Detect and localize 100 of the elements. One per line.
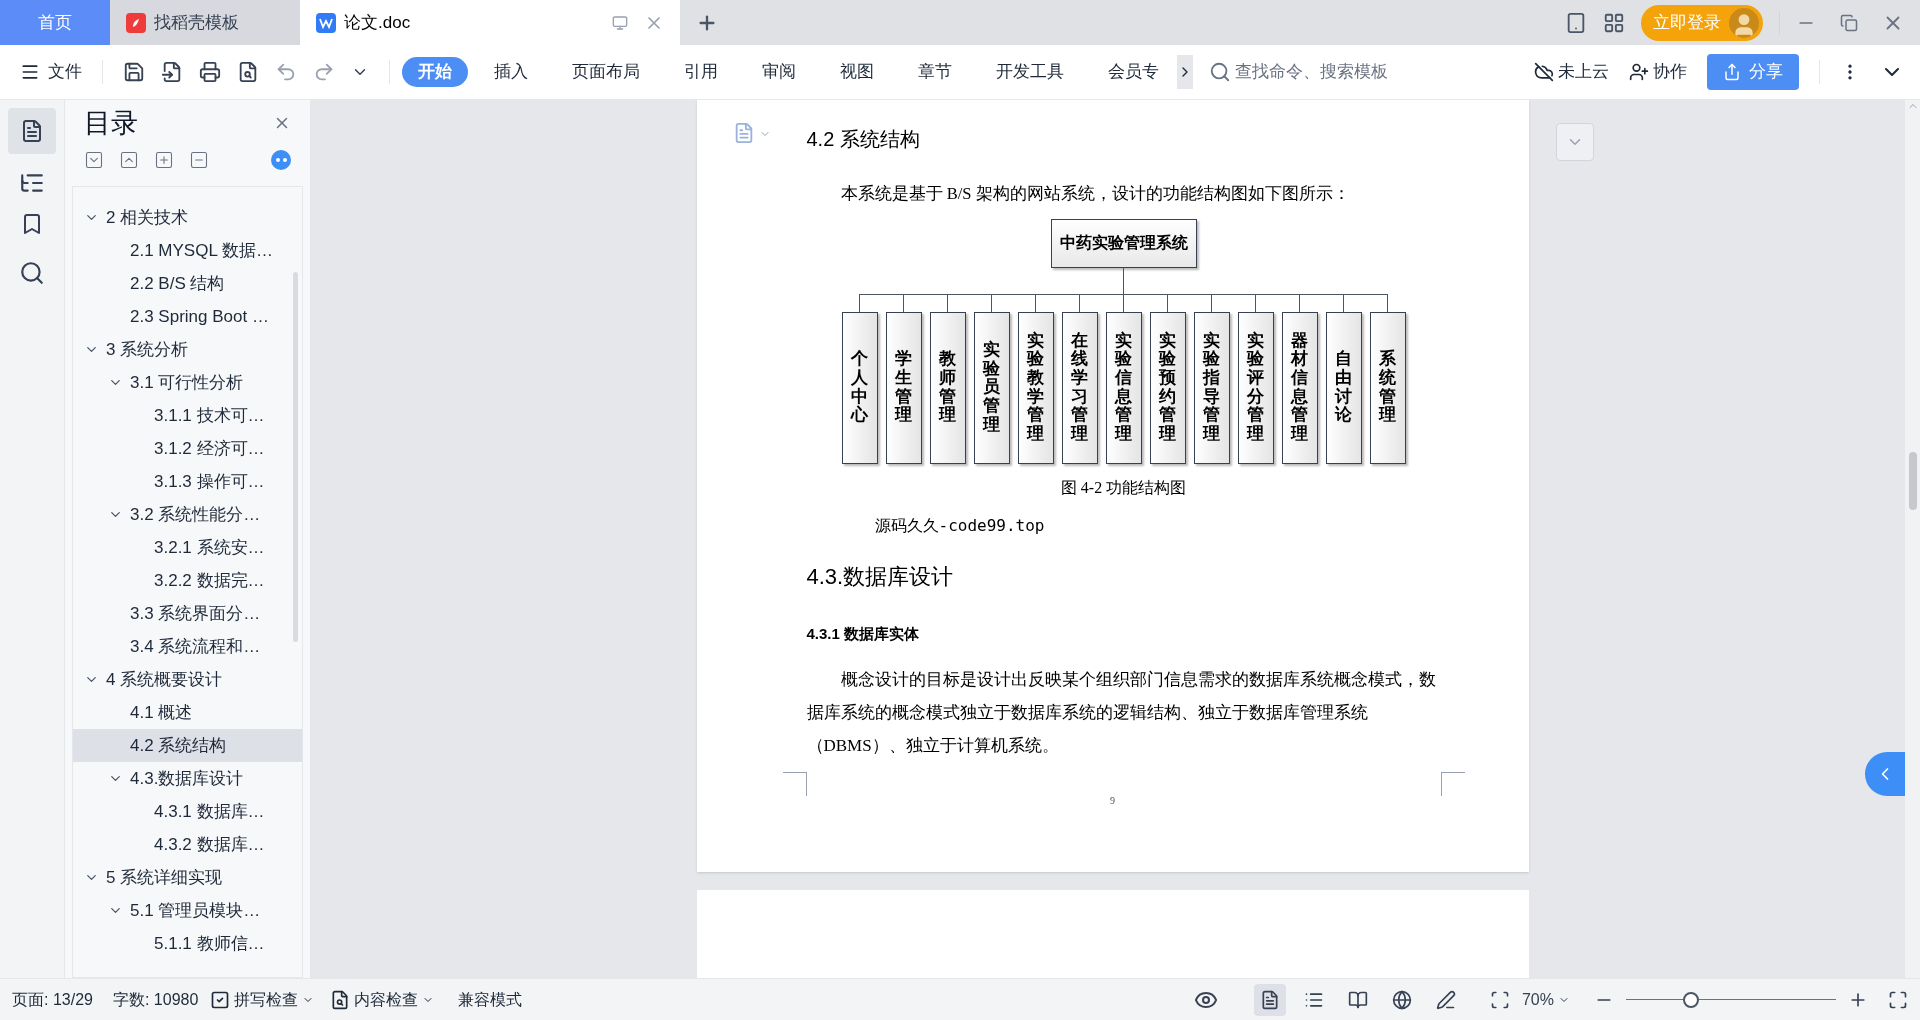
diagram-child-node: 实验员管理 (973, 311, 1010, 464)
diagram-root-node: 中药实验管理系统 (1050, 218, 1197, 268)
ribbon-tab[interactable]: 页面布局 (554, 57, 658, 87)
ribbon-tab[interactable]: 审阅 (744, 57, 814, 87)
page-count[interactable]: 页面: 13/29 (12, 987, 93, 1012)
spell-check-button[interactable]: 拼写检查 (210, 987, 315, 1012)
outline-panel-icon[interactable] (8, 108, 56, 154)
share-icon (1723, 63, 1741, 81)
compatibility-mode[interactable]: 兼容模式 (458, 987, 523, 1012)
docer-logo-icon (126, 12, 146, 33)
scrollbar-thumb[interactable] (293, 272, 298, 642)
collaborate-button[interactable]: 协作 (1629, 59, 1687, 85)
subsection-heading: 4.3.1 数据库实体 (806, 623, 921, 644)
fit-page-icon[interactable] (1489, 989, 1510, 1010)
add-user-icon (1629, 62, 1649, 82)
toc-item[interactable]: 3.2.2 数据完… (73, 564, 302, 597)
page-number: 9 (1109, 794, 1116, 808)
body-text: 本系统是基于 B/S 架构的网站系统，设计的功能结构图如下图所示： (839, 183, 1351, 205)
monitor-icon[interactable] (612, 14, 628, 31)
toc-item[interactable]: 2.3 Spring Boot … (73, 300, 302, 333)
vertical-scrollbar[interactable] (1905, 100, 1920, 978)
toc-item[interactable]: 3.1.3 操作可… (73, 465, 302, 498)
toc-item[interactable]: 5.1 管理员模块… (73, 894, 302, 927)
word-count[interactable]: 字数: 10980 (112, 987, 199, 1012)
ribbon-tab[interactable]: 章节 (900, 57, 970, 87)
body-paragraph: 概念设计的目标是设计出反映某个组织部门信息需求的数据库系统概念模式，数据库系统的概念模式独立于数据库系统的逻辑结构、独立于数据库管理系统（DBMS）、独立于计算机系统。 (806, 669, 1437, 758)
save-icon[interactable] (123, 61, 145, 83)
toc-item[interactable]: 5.1.1 教师信… (73, 927, 302, 960)
toc-item[interactable]: 2 相关技术 (73, 201, 302, 234)
page-corner-mark (1440, 772, 1465, 796)
document-tab[interactable]: 论文.doc (300, 0, 680, 45)
section-heading: 4.2 系统结构 (806, 127, 921, 152)
apps-grid-icon[interactable] (1603, 11, 1625, 34)
source-note: 源码久久-code99.top (873, 514, 1046, 537)
diagram-child-node: 实验评分管理 (1237, 311, 1274, 464)
add-heading-icon[interactable] (154, 150, 174, 170)
toc-item[interactable]: 4.3.1 数据库… (73, 795, 302, 828)
diagram-child-node: 在线学习管理 (1061, 311, 1098, 464)
fullscreen-icon[interactable] (1888, 989, 1908, 1010)
toc-item[interactable]: 3.3 系统界面分… (73, 597, 302, 630)
figure-caption: 图 4-2 功能结构图 (1059, 477, 1188, 498)
collapse-side-button[interactable] (1865, 752, 1905, 796)
ribbon-tab[interactable]: 视图 (822, 57, 892, 87)
document-tab[interactable]: 找稻壳模板 (110, 0, 300, 45)
diagram-child-node: 实验信息管理 (1105, 311, 1142, 464)
diagram-child-node: 学生管理 (885, 311, 922, 464)
section-heading: 4.3.数据库设计 (806, 562, 955, 591)
redo-icon[interactable] (313, 61, 335, 83)
toc-item[interactable]: 3 系统分析 (73, 333, 302, 366)
ribbon-tab[interactable]: 插入 (476, 57, 546, 87)
diagram-child-node: 个人中心 (841, 311, 878, 464)
diagram-child-node: 自由讨论 (1325, 311, 1362, 464)
print-preview-icon[interactable] (237, 61, 259, 83)
toc-item[interactable]: 4.3.数据库设计 (73, 762, 302, 795)
restore-icon[interactable] (1840, 13, 1858, 32)
toc-item[interactable]: 3.4 系统流程和… (73, 630, 302, 663)
file-menu[interactable]: 文件 (0, 59, 102, 85)
zoom-level[interactable]: 70% (1521, 987, 1570, 1012)
toc-item[interactable]: 4.2 系统结构 (73, 729, 302, 762)
diagram-child-node: 实验教学管理 (1017, 311, 1054, 464)
checkbox-icon (210, 989, 231, 1010)
assistant-icon[interactable] (271, 150, 291, 170)
cloud-status-button[interactable]: 未上云 (1534, 59, 1609, 85)
collapse-all-icon[interactable] (84, 150, 104, 170)
remove-heading-icon[interactable] (189, 150, 209, 170)
scrollbar-thumb[interactable] (1908, 452, 1917, 510)
tablet-icon[interactable] (1565, 11, 1587, 34)
toc-item[interactable]: 4 系统概要设计 (73, 663, 302, 696)
toc-item[interactable]: 3.2.1 系统安… (73, 531, 302, 564)
diagram-child-node: 器材信息管理 (1281, 311, 1318, 464)
toc-item[interactable]: 3.1.1 技术可… (73, 399, 302, 432)
toc-item[interactable]: 3.1 可行性分析 (73, 366, 302, 399)
ribbon-tab[interactable]: 引用 (666, 57, 736, 87)
toc-item[interactable]: 2.2 B/S 结构 (73, 267, 302, 300)
zoom-slider[interactable] (1626, 991, 1836, 1008)
command-search-field[interactable]: 查找命令、搜索模板 (1209, 59, 1405, 85)
scroll-right-icon[interactable] (1177, 55, 1193, 89)
view-mode-icon[interactable] (1253, 983, 1286, 1016)
content-check-button[interactable]: 内容检查 (330, 987, 435, 1012)
writer-logo-icon (316, 12, 336, 33)
print-icon[interactable] (199, 61, 221, 83)
diagram-child-node: 实验指导管理 (1193, 311, 1230, 464)
toc-item[interactable]: 4.3.2 数据库… (73, 828, 302, 861)
expand-up-icon[interactable] (119, 150, 139, 170)
document-search-icon (330, 989, 351, 1010)
export-icon[interactable] (161, 61, 183, 83)
toc-item[interactable]: 2.1 MYSQL 数据… (73, 234, 302, 267)
menu-icon (20, 62, 40, 82)
ribbon-tab[interactable]: 会员专 (1090, 57, 1177, 87)
page-corner-mark (782, 772, 807, 796)
ribbon-tab[interactable]: 开发工具 (978, 57, 1082, 87)
undo-icon[interactable] (275, 61, 297, 83)
diagram-child-node: 实验预约管理 (1149, 311, 1186, 464)
toc-item[interactable]: 4.1 概述 (73, 696, 302, 729)
toc-item[interactable]: 5 系统详细实现 (73, 861, 302, 894)
toc-item[interactable]: 3.1.2 经济可… (73, 432, 302, 465)
search-icon (1209, 61, 1231, 83)
toc-item[interactable]: 3.2 系统性能分… (73, 498, 302, 531)
search-icon[interactable] (19, 260, 45, 286)
toc-title: 目录 (84, 106, 138, 140)
